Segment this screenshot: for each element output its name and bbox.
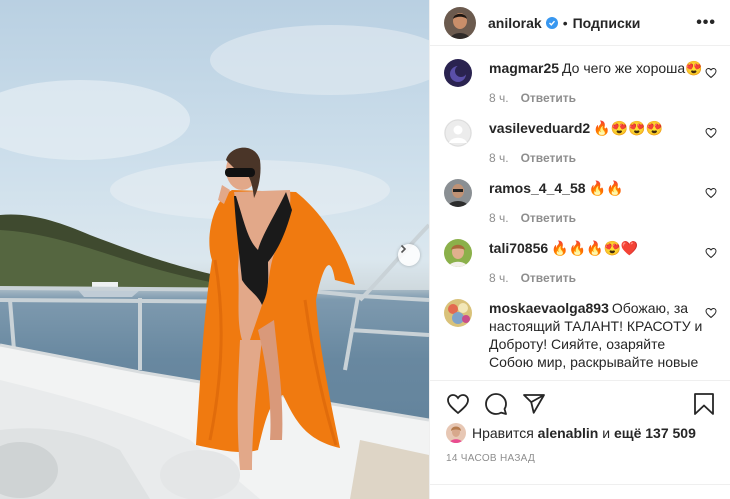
comment-time[interactable]: 8 ч. (489, 149, 509, 167)
liker-avatar[interactable] (446, 423, 466, 443)
likes-connector: и (602, 425, 611, 441)
following-button[interactable]: Подписки (573, 15, 641, 31)
reply-button[interactable]: Ответить (521, 209, 576, 227)
bookmark-icon[interactable] (693, 392, 715, 416)
post-photo[interactable] (0, 0, 429, 499)
comment-text: 🔥🔥 (588, 180, 624, 196)
post-photo-scene (0, 25, 429, 499)
liker-username[interactable]: alenablin (538, 425, 599, 441)
comment-avatar[interactable] (444, 299, 472, 327)
reply-button[interactable]: Ответить (521, 269, 576, 287)
comment-username[interactable]: moskaevaolga893 (489, 300, 609, 316)
separator-dot: • (562, 14, 568, 31)
author-username[interactable]: anilorak (488, 15, 542, 31)
like-icon[interactable] (446, 392, 470, 416)
comment-like-icon[interactable] (705, 127, 717, 139)
comment-item: tali70856 🔥🔥🔥😍❤️ 8 ч. Ответить (444, 227, 717, 287)
comment-icon[interactable] (484, 392, 508, 416)
verified-badge-icon (545, 16, 558, 29)
comment-item: magmar25 До чего же хороша😍 8 ч. Ответить (444, 47, 717, 107)
comment-item: vasileveduard2 🔥😍😍😍 8 ч. Ответить (444, 107, 717, 167)
comment-time[interactable]: 8 ч. (489, 269, 509, 287)
reply-button[interactable]: Ответить (521, 89, 576, 107)
chevron-right-icon (400, 244, 407, 254)
comment-username[interactable]: vasileveduard2 (489, 120, 590, 136)
comment-text: 🔥😍😍😍 (593, 120, 663, 136)
more-options-icon[interactable]: ••• (696, 14, 716, 32)
comment-username[interactable]: ramos_4_4_58 (489, 180, 586, 196)
comment-avatar[interactable] (444, 119, 472, 147)
comments-list[interactable]: magmar25 До чего же хороша😍 8 ч. Ответить … (430, 47, 730, 379)
comment-item: moskaevaolga893 Обожаю, за настоящий ТАЛА… (444, 287, 717, 371)
reply-button[interactable]: Ответить (521, 149, 576, 167)
add-comment-bar[interactable] (430, 484, 730, 499)
comment-like-icon[interactable] (705, 247, 717, 259)
comment-avatar[interactable] (444, 179, 472, 207)
comment-avatar[interactable] (444, 239, 472, 267)
comment-username[interactable]: magmar25 (489, 60, 559, 76)
comment-like-icon[interactable] (705, 187, 717, 199)
comment-text: До чего же хороша😍 (562, 60, 703, 76)
share-icon[interactable] (522, 392, 546, 416)
likes-count-link[interactable]: ещё 137 509 (614, 425, 696, 441)
comment-time[interactable]: 8 ч. (489, 89, 509, 107)
likes-prefix: Нравится (472, 425, 534, 441)
comment-username[interactable]: tali70856 (489, 240, 548, 256)
post-side-panel: anilorak • Подписки ••• magmar25 До чего … (429, 0, 730, 499)
comment-text: 🔥🔥🔥😍❤️ (551, 240, 639, 256)
next-photo-button[interactable] (398, 244, 420, 266)
likes-summary: Нравится alenablin и ещё 137 509 (446, 423, 715, 443)
comment-time[interactable]: 8 ч. (489, 209, 509, 227)
comment-like-icon[interactable] (705, 67, 717, 79)
comment-item: ramos_4_4_58 🔥🔥 8 ч. Ответить (444, 167, 717, 227)
post-timestamp[interactable]: 14 часов назад (446, 453, 715, 464)
post-actions: Нравится alenablin и ещё 137 509 14 часо… (430, 380, 730, 464)
comment-avatar[interactable] (444, 59, 472, 87)
post-header: anilorak • Подписки ••• (430, 0, 730, 46)
author-avatar[interactable] (444, 6, 476, 39)
comment-like-icon[interactable] (705, 307, 717, 319)
